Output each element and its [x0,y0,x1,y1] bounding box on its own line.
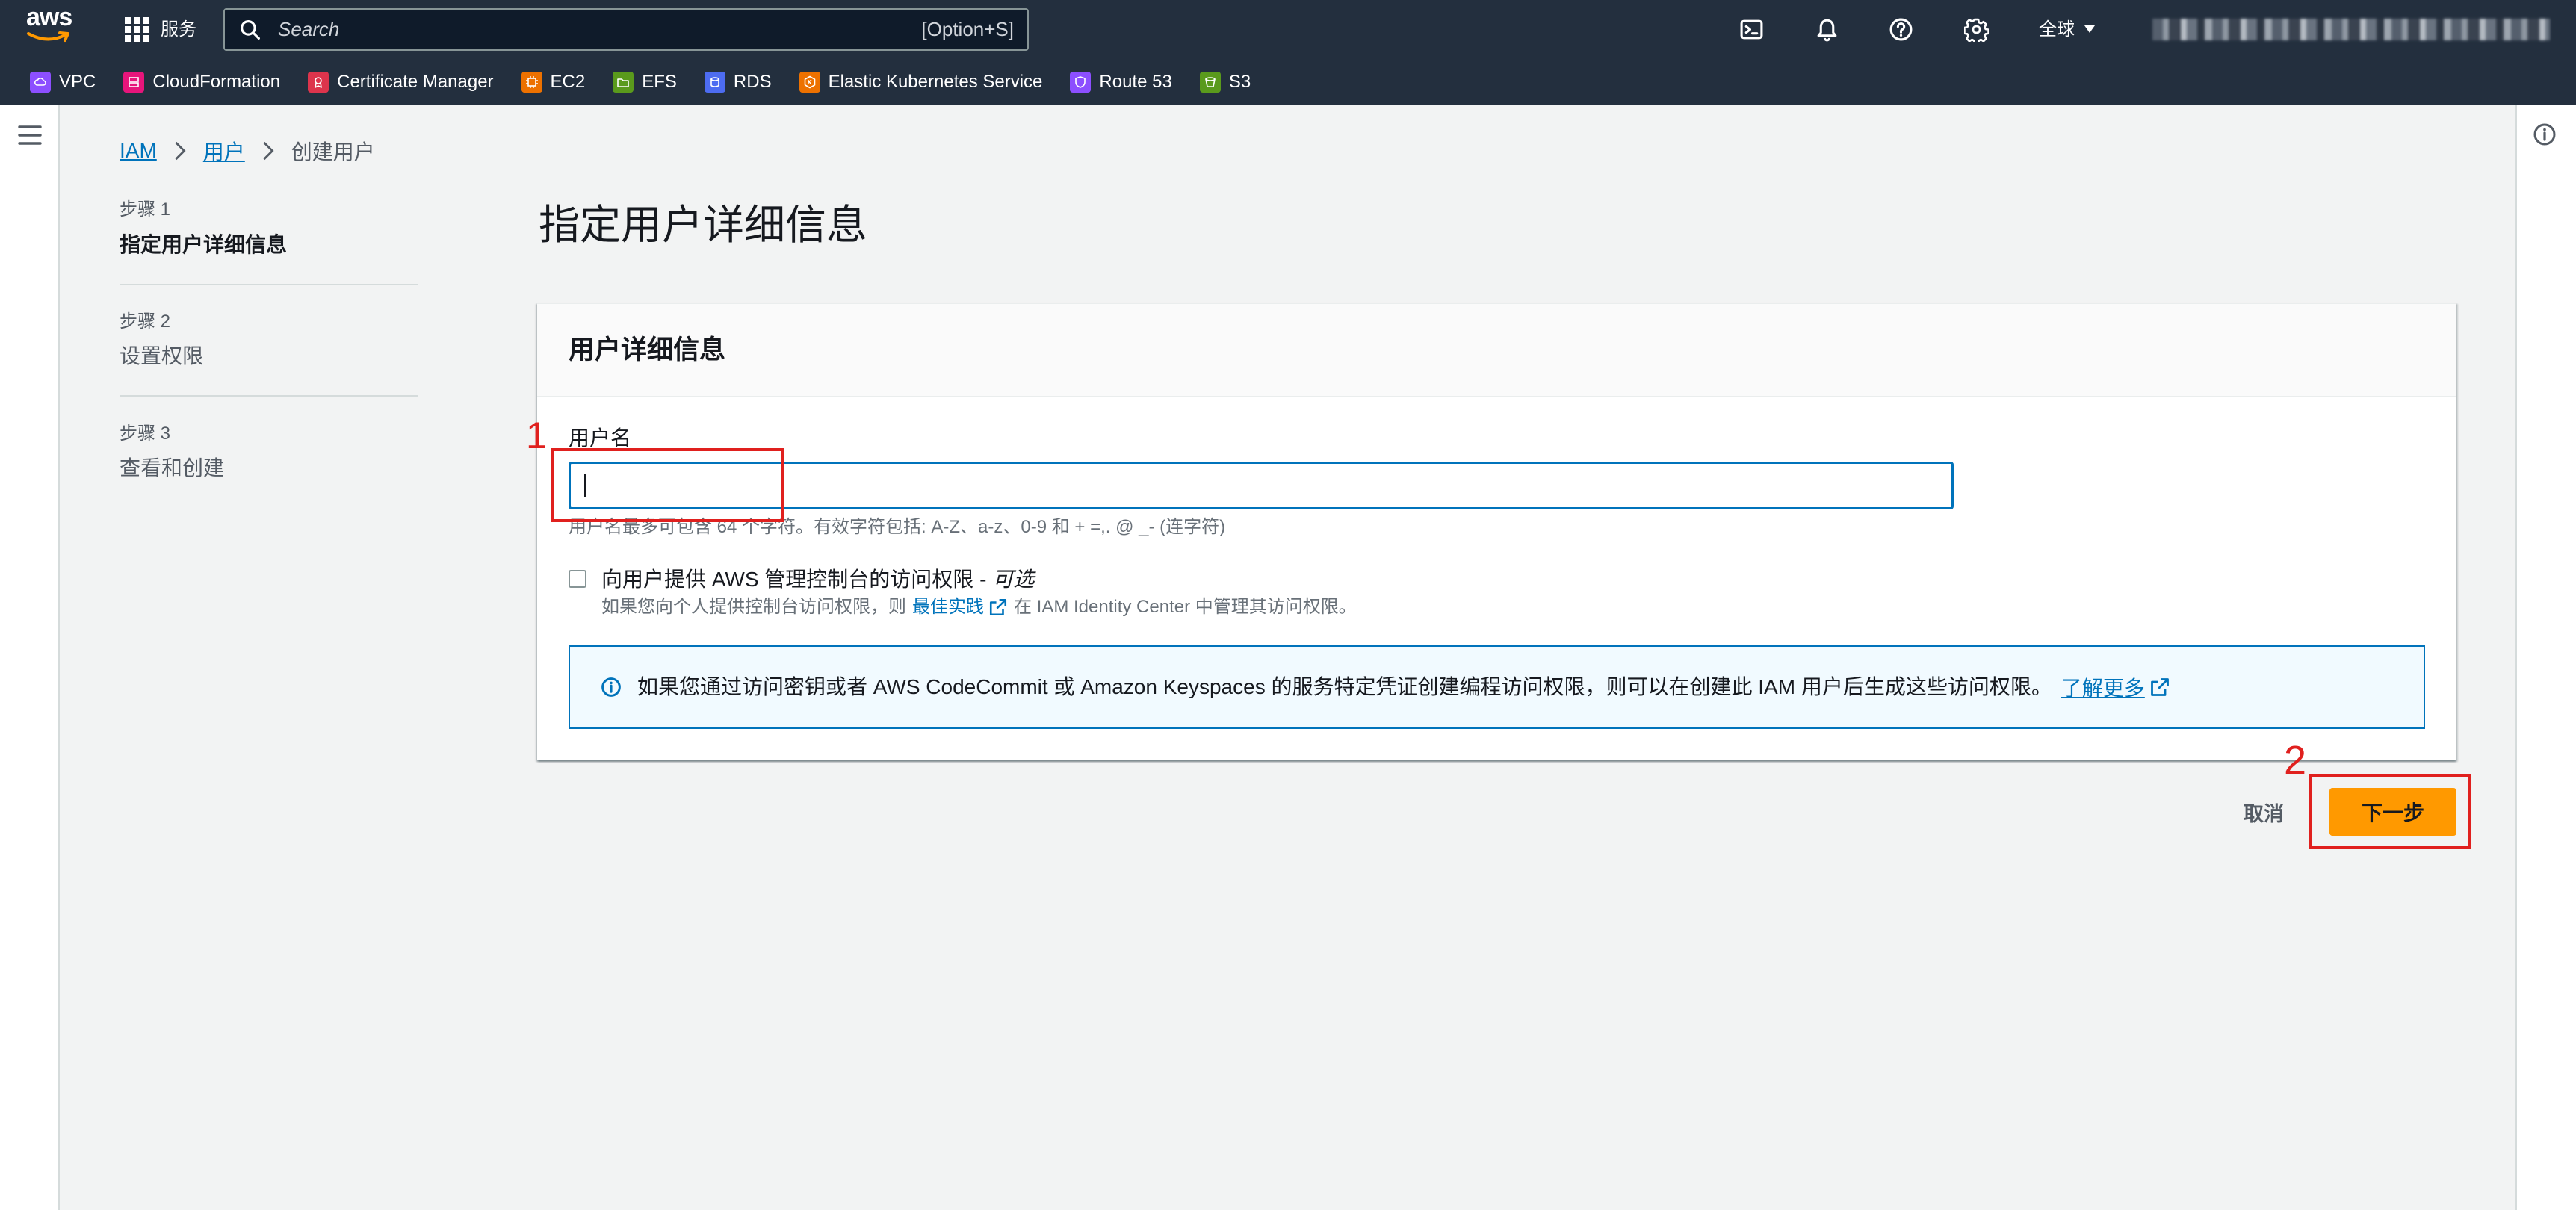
annotation-box-1 [551,448,784,522]
cloudformation-icon [123,72,145,93]
step-2-label: 步骤 2 [120,311,171,332]
step-1-label: 步骤 1 [120,199,171,220]
region-selector[interactable]: 全球 [2039,0,2075,59]
step-divider [120,395,418,397]
hamburger-menu-icon[interactable] [18,124,42,146]
external-link-icon[interactable] [2149,677,2170,698]
info-panel-icon[interactable] [2533,122,2557,146]
notifications-icon[interactable] [1815,17,1839,42]
services-grid-icon[interactable] [125,17,149,42]
favorite-cloudformation[interactable]: CloudFormation [123,72,280,93]
info-icon [601,677,621,697]
settings-icon[interactable] [1964,17,1989,42]
ec2-icon [521,72,542,93]
caret-down-icon[interactable] [2084,25,2096,34]
step-3-label: 步骤 3 [120,424,171,444]
s3-icon [1199,72,1221,93]
certificate-manager-icon [308,72,329,93]
chevron-right-icon [175,141,186,161]
console-access-label-text: 向用户提供 AWS 管理控制台的访问权限 - [601,568,987,591]
step-divider [120,284,418,285]
rds-icon [704,72,725,93]
annotation-box-2 [2309,774,2471,849]
search-shortcut-hint: [Option+S] [921,18,1014,40]
favorite-ec2[interactable]: EC2 [521,72,586,93]
console-access-label[interactable]: 向用户提供 AWS 管理控制台的访问权限 - 可选 [601,568,1034,592]
alert-text: 如果您通过访问密钥或者 AWS CodeCommit 或 Amazon Keys… [637,675,2052,698]
breadcrumb-iam[interactable]: IAM [120,139,157,163]
favorite-label: EC2 [550,72,586,92]
route53-icon [1070,72,1092,93]
favorite-label: CloudFormation [152,72,281,92]
tools-panel-rail [2515,105,2576,1210]
favorite-eks[interactable]: Elastic Kubernetes Service [799,72,1043,93]
console-access-checkbox[interactable] [569,570,586,588]
best-practices-link[interactable]: 最佳实践 [912,597,984,618]
breadcrumb-create-user: 创建用户 [291,140,375,164]
favorite-label: VPC [59,72,96,92]
favorite-label: Route 53 [1099,72,1172,92]
favorite-label: RDS [733,72,772,92]
efs-icon [613,72,634,93]
info-alert: 如果您通过访问密钥或者 AWS CodeCommit 或 Amazon Keys… [569,645,2425,729]
step-1-title: 指定用户详细信息 [120,233,288,256]
chevron-right-icon [263,141,274,161]
aws-logo-smile-icon [27,31,69,42]
favorites-bar: VPC CloudFormation Certificate Manager E… [0,59,2576,105]
favorite-route53[interactable]: Route 53 [1070,72,1172,93]
favorite-rds[interactable]: RDS [704,72,772,93]
annotation-label-2: 2 [2284,738,2307,783]
step-2-title: 设置权限 [120,344,204,367]
favorite-label: EFS [642,72,677,92]
annotation-label-1: 1 [526,415,547,456]
help-icon[interactable] [1889,17,1913,42]
external-link-icon[interactable] [988,598,1008,617]
description-text: 在 IAM Identity Center 中管理其访问权限。 [1014,597,1357,617]
user-details-container: 用户详细信息 用户名 用户名最多可包含 64 个字符。有效字符包括: A-Z、a… [537,302,2456,760]
description-text: 如果您向个人提供控制台访问权限，则 [601,597,906,617]
cloudshell-icon[interactable] [1739,17,1764,42]
favorite-label: Elastic Kubernetes Service [828,72,1043,92]
optional-tag: 可选 [992,568,1035,591]
breadcrumb: IAM 用户 创建用户 [120,137,375,164]
favorite-efs[interactable]: EFS [613,72,677,93]
console-access-description: 如果您向个人提供控制台访问权限，则 最佳实践 在 IAM Identity Ce… [601,597,1357,618]
learn-more-link[interactable]: 了解更多 [2061,672,2145,702]
favorite-label: S3 [1228,72,1251,92]
side-navigation-rail [0,105,60,1210]
page-title: 指定用户详细信息 [539,202,868,248]
eks-icon [799,72,820,93]
aws-logo[interactable]: aws [26,4,72,30]
search-input[interactable] [276,17,922,42]
top-navigation-bar: aws 服务 [Option+S] 全球 [0,0,2576,59]
favorite-label: Certificate Manager [337,72,494,92]
search-icon [241,19,260,40]
favorite-certificate-manager[interactable]: Certificate Manager [308,72,494,93]
username-label: 用户名 [569,426,632,450]
vpc-icon [30,72,51,93]
search-box[interactable]: [Option+S] [223,8,1029,51]
breadcrumb-users[interactable]: 用户 [203,136,245,166]
favorite-s3[interactable]: S3 [1199,72,1251,93]
cancel-button[interactable]: 取消 [2234,788,2294,836]
step-3-title: 查看和创建 [120,456,225,480]
services-menu-label[interactable]: 服务 [161,0,196,59]
favorite-vpc[interactable]: VPC [30,72,96,93]
panel-header-title: 用户详细信息 [537,304,2456,397]
account-menu[interactable] [2152,19,2550,40]
